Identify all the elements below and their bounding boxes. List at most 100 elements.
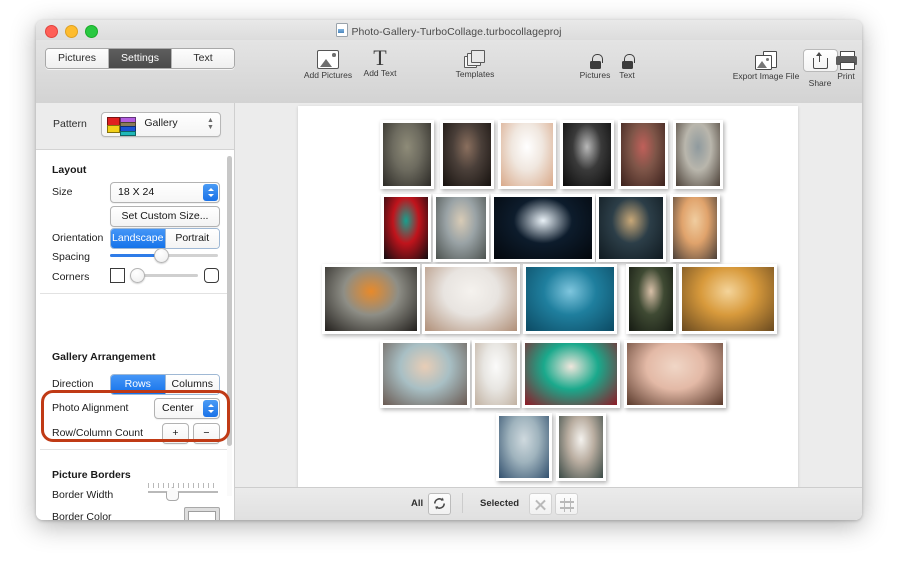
mode-tabs[interactable]: Pictures Settings Text xyxy=(45,48,235,69)
direction-rows[interactable]: Rows xyxy=(111,375,166,394)
lock-icon xyxy=(589,54,603,69)
toolbar: Pictures Settings Text Add Pictures T Ad… xyxy=(36,40,862,104)
crop-selected-button[interactable] xyxy=(555,493,578,515)
chevron-updown-icon: ▲ ▼ xyxy=(207,117,214,131)
direction-segmented-control[interactable]: Rows Columns xyxy=(110,374,220,395)
collage-photo[interactable] xyxy=(496,413,552,481)
border-width-label: Border Width xyxy=(52,489,114,501)
collage-photo[interactable] xyxy=(670,194,720,262)
templates-button[interactable]: Templates xyxy=(446,50,504,79)
square-corner-icon xyxy=(110,268,125,283)
chevron-updown-icon xyxy=(203,184,218,201)
printer-icon xyxy=(835,51,857,70)
lock-text-button[interactable]: Text xyxy=(614,52,640,80)
rounded-corner-icon xyxy=(204,268,219,283)
spacing-label: Spacing xyxy=(52,251,90,263)
window-title-text: Photo-Gallery-TurboCollage.turbocollagep… xyxy=(351,26,562,38)
add-pictures-button[interactable]: Add Pictures xyxy=(300,50,356,80)
photo-thumbnail xyxy=(599,197,663,259)
gallery-arrangement-title: Gallery Arrangement xyxy=(52,351,156,363)
close-x-icon xyxy=(534,498,547,511)
add-text-button[interactable]: T Add Text xyxy=(359,45,401,79)
export-image-icon xyxy=(755,51,777,70)
collage-photo[interactable] xyxy=(618,120,668,189)
lock-text-label: Text xyxy=(619,70,635,80)
direction-label: Direction xyxy=(52,378,94,390)
tab-settings[interactable]: Settings xyxy=(109,49,172,68)
share-icon xyxy=(812,52,828,69)
collage-photo[interactable] xyxy=(472,340,520,408)
collage-photo[interactable] xyxy=(322,264,420,334)
pattern-dropdown[interactable]: Gallery ▲ ▼ xyxy=(101,112,221,137)
lock-pictures-label: Pictures xyxy=(579,70,611,80)
collage-photo[interactable] xyxy=(433,194,489,262)
corners-slider[interactable] xyxy=(130,268,198,283)
collage-photo[interactable] xyxy=(381,194,431,262)
size-dropdown[interactable]: 18 X 24 xyxy=(110,182,220,203)
layout-group-title: Layout xyxy=(52,164,87,176)
photo-thumbnail xyxy=(673,197,717,259)
crop-icon xyxy=(560,497,574,512)
photo-thumbnail xyxy=(559,416,603,478)
collage-photo[interactable] xyxy=(498,120,556,189)
orientation-segmented-control[interactable]: Landscape Portrait xyxy=(110,228,220,249)
photo-thumbnail xyxy=(475,343,517,405)
photo-alignment-dropdown[interactable]: Center xyxy=(154,398,220,419)
photo-thumbnail xyxy=(494,197,592,259)
pattern-value: Gallery xyxy=(144,117,178,129)
set-custom-size-button[interactable]: Set Custom Size... xyxy=(110,206,220,227)
add-text-label: Add Text xyxy=(363,68,397,78)
photo-thumbnail xyxy=(384,197,428,259)
print-button[interactable]: Print xyxy=(831,51,861,81)
collage-photo[interactable] xyxy=(556,413,606,481)
app-root: Photo-Gallery-TurboCollage.turbocollagep… xyxy=(0,0,900,568)
border-width-slider[interactable] xyxy=(148,483,218,501)
pattern-label: Pattern xyxy=(53,118,87,130)
collage-photo[interactable] xyxy=(491,194,595,262)
bottom-action-bar: All Selected xyxy=(235,487,862,520)
collage-canvas-area[interactable] xyxy=(235,103,862,520)
border-color-well[interactable] xyxy=(184,507,220,520)
collage-photo[interactable] xyxy=(624,340,726,408)
sidebar-scrollbar-thumb[interactable] xyxy=(227,156,232,446)
orientation-landscape[interactable]: Landscape xyxy=(111,229,166,248)
content-area: Pattern Gallery ▲▼ Layout Size 18 X 24 xyxy=(36,103,862,520)
collage-photo[interactable] xyxy=(380,340,470,408)
direction-columns[interactable]: Columns xyxy=(165,375,219,394)
add-pictures-label: Add Pictures xyxy=(303,70,353,80)
photo-thumbnail xyxy=(563,123,611,186)
orientation-portrait[interactable]: Portrait xyxy=(165,229,219,248)
export-image-file-button[interactable]: Export Image File xyxy=(728,51,804,81)
text-T-icon: T xyxy=(373,45,387,70)
collage-photo[interactable] xyxy=(380,120,434,189)
remove-selected-button[interactable] xyxy=(529,493,552,515)
size-value: 18 X 24 xyxy=(118,186,155,198)
collage-photo[interactable] xyxy=(679,264,777,334)
photo-alignment-value: Center xyxy=(162,402,194,414)
collage-photo[interactable] xyxy=(440,120,494,189)
collage-photo[interactable] xyxy=(523,264,617,334)
collage-page[interactable] xyxy=(298,106,798,488)
collage-photo[interactable] xyxy=(673,120,723,189)
refresh-icon xyxy=(434,497,445,510)
increment-count-button[interactable]: + xyxy=(162,423,189,444)
size-label: Size xyxy=(52,186,73,198)
collage-photo[interactable] xyxy=(522,340,620,408)
photo-thumbnail xyxy=(526,267,614,331)
settings-sidebar: Pattern Gallery ▲▼ Layout Size 18 X 24 xyxy=(36,103,235,520)
pattern-row: Pattern Gallery ▲ ▼ xyxy=(36,103,234,149)
collage-photo[interactable] xyxy=(560,120,614,189)
spacing-slider[interactable] xyxy=(110,248,218,263)
photo-thumbnail xyxy=(325,267,417,331)
photo-thumbnail xyxy=(443,123,491,186)
tab-text[interactable]: Text xyxy=(172,49,234,68)
lock-pictures-button[interactable]: Pictures xyxy=(577,52,613,80)
collage-photo[interactable] xyxy=(596,194,666,262)
tab-pictures[interactable]: Pictures xyxy=(46,49,109,68)
decrement-count-button[interactable]: − xyxy=(193,423,220,444)
shuffle-all-button[interactable] xyxy=(428,493,451,515)
photo-thumbnail xyxy=(629,267,673,331)
corners-label: Corners xyxy=(52,271,90,283)
collage-photo[interactable] xyxy=(626,264,676,334)
collage-photo[interactable] xyxy=(422,264,520,334)
